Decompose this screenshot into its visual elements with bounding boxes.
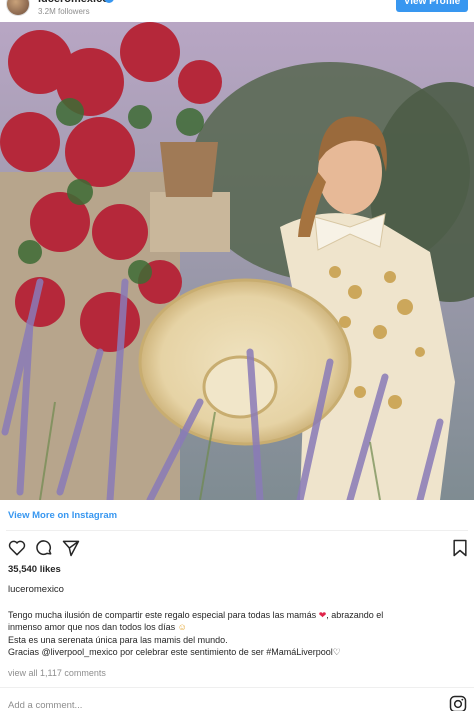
caption-line-3: Esta es una serenata única para las mami… xyxy=(8,634,228,645)
heart-icon[interactable] xyxy=(7,538,27,558)
divider xyxy=(6,530,468,531)
add-comment-input[interactable]: Add a comment... xyxy=(8,700,82,711)
follower-count: 3.2M followers xyxy=(38,7,90,16)
like-count[interactable]: 35,540 likes xyxy=(8,564,61,575)
view-profile-button[interactable]: View Profile xyxy=(396,0,468,12)
heart-outline-emoji-icon: ♡ xyxy=(332,647,341,658)
post-header: luceromexico ✓ 3.2M followers View Profi… xyxy=(0,0,474,22)
instagram-embed: luceromexico ✓ 3.2M followers View Profi… xyxy=(0,0,474,711)
caption-text: Tengo mucha ilusión de compartir este re… xyxy=(8,609,468,659)
caption-line-1: Tengo mucha ilusión de compartir este re… xyxy=(8,610,317,620)
caption-line-4: Gracias @liverpool_mexico por celebrar e… xyxy=(8,647,333,658)
view-more-link[interactable]: View More on Instagram xyxy=(8,510,117,521)
caption-line-1-end: , abrazando el xyxy=(326,610,384,620)
share-icon[interactable] xyxy=(61,538,81,558)
view-all-comments-link[interactable]: view all 1,117 comments xyxy=(8,668,106,678)
instagram-icon[interactable] xyxy=(448,694,468,711)
comment-icon[interactable] xyxy=(34,538,54,558)
smiling-face-emoji-icon: ☺ xyxy=(177,622,187,633)
username[interactable]: luceromexico xyxy=(38,0,109,5)
action-bar xyxy=(0,538,474,560)
post-photo[interactable] xyxy=(0,22,474,500)
divider xyxy=(0,687,474,688)
caption-author[interactable]: luceromexico xyxy=(8,584,64,595)
avatar[interactable] xyxy=(6,0,30,16)
caption-line-2: inmenso amor que nos dan todos los días xyxy=(8,622,176,633)
bookmark-icon[interactable] xyxy=(450,538,470,558)
